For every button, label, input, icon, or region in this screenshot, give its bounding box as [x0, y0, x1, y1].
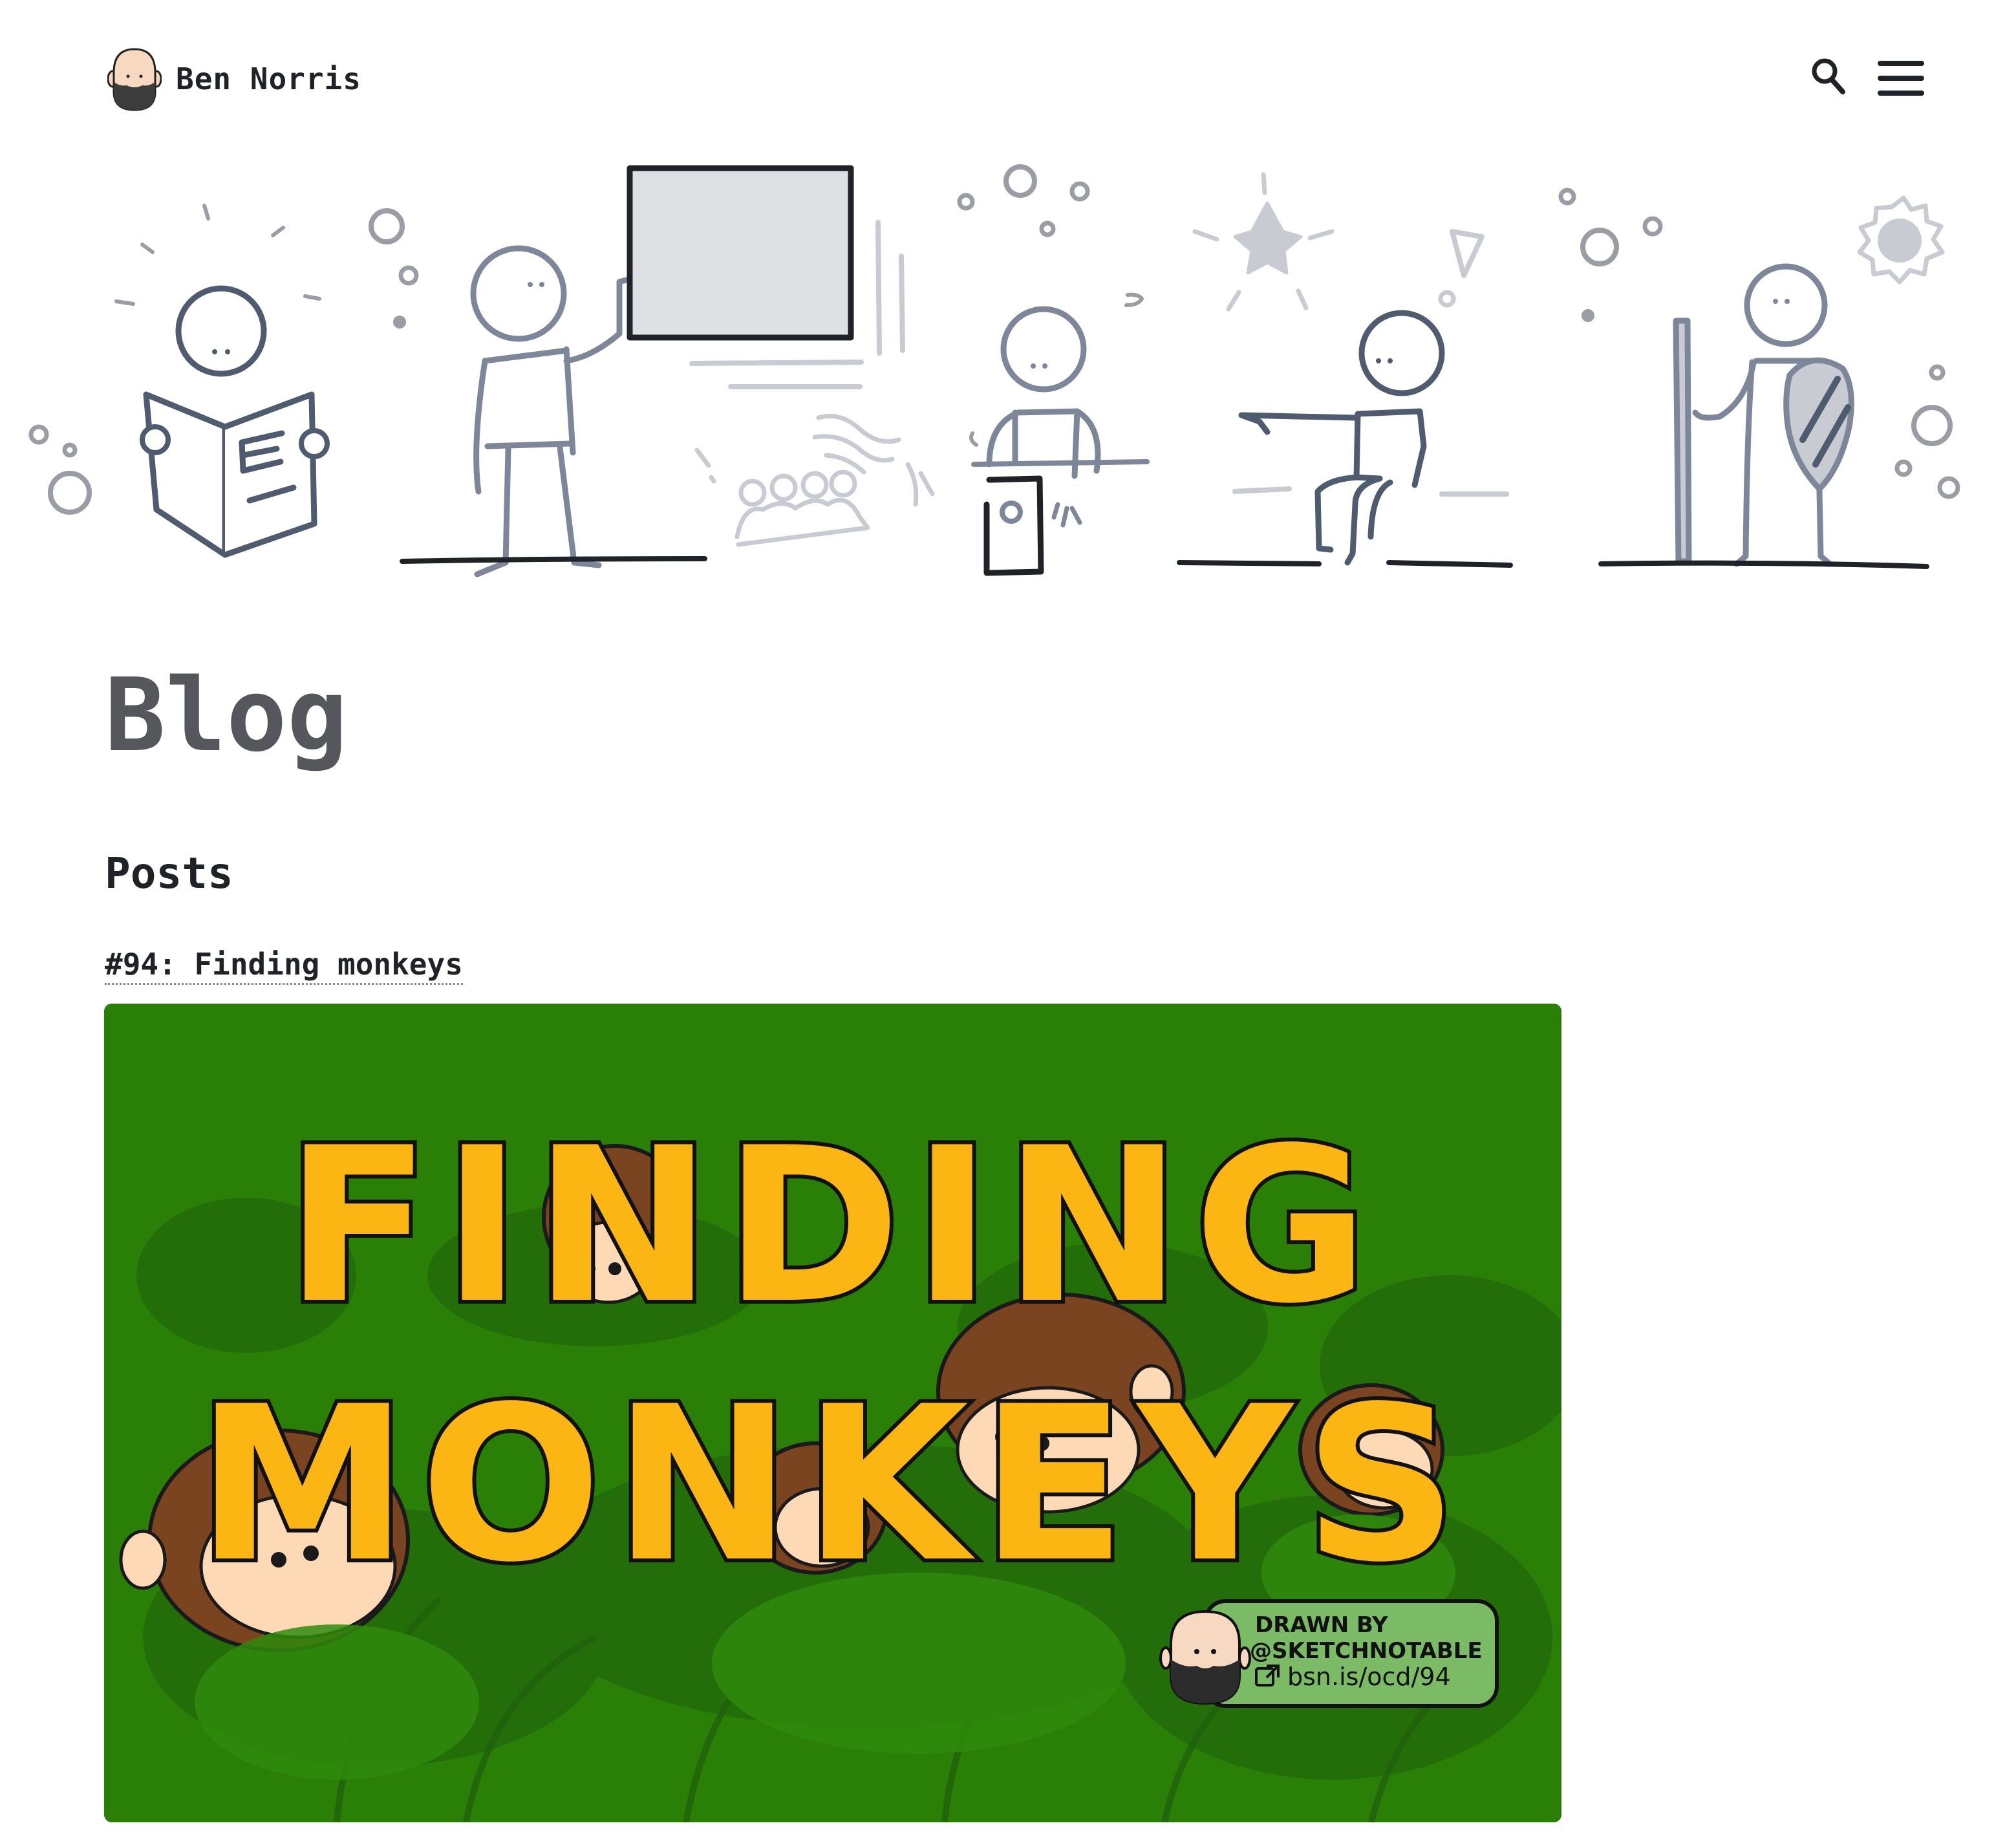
- menu-button[interactable]: [1876, 59, 1925, 97]
- hamburger-menu-icon: [1878, 61, 1924, 96]
- site-header: Ben Norris: [0, 0, 2016, 155]
- credit-drawn-by: DRAWN BY: [1255, 1612, 1388, 1638]
- bearded-face-avatar-icon: [107, 48, 162, 111]
- credit-handle: @SKETCHNOTABLE: [1250, 1638, 1483, 1664]
- bearded-face-avatar-icon: [1159, 1610, 1251, 1705]
- site-name: Ben Norris: [176, 61, 361, 96]
- finding-monkeys-artwork: FINDING MONKEYS DRAWN BY @SKETCHNOTABLE …: [104, 1004, 1561, 1822]
- credit-url: bsn.is/ocd/94: [1287, 1663, 1451, 1691]
- hero-illustration: [28, 164, 1960, 577]
- credit-badge: DRAWN BY @SKETCHNOTABLE bsn.is/ocd/94: [1159, 1599, 1499, 1708]
- search-icon: [1812, 58, 1845, 94]
- page-title: Blog: [105, 656, 348, 774]
- home-link[interactable]: Ben Norris: [107, 47, 361, 111]
- headline-line1: FINDING: [285, 1102, 1380, 1350]
- post-cover-image[interactable]: FINDING MONKEYS DRAWN BY @SKETCHNOTABLE …: [104, 1004, 1561, 1822]
- post-title-link[interactable]: #94: Finding monkeys: [105, 949, 463, 985]
- headline-line2: MONKEYS: [197, 1361, 1470, 1609]
- posts-heading: Posts: [105, 848, 233, 898]
- search-button[interactable]: [1810, 57, 1847, 96]
